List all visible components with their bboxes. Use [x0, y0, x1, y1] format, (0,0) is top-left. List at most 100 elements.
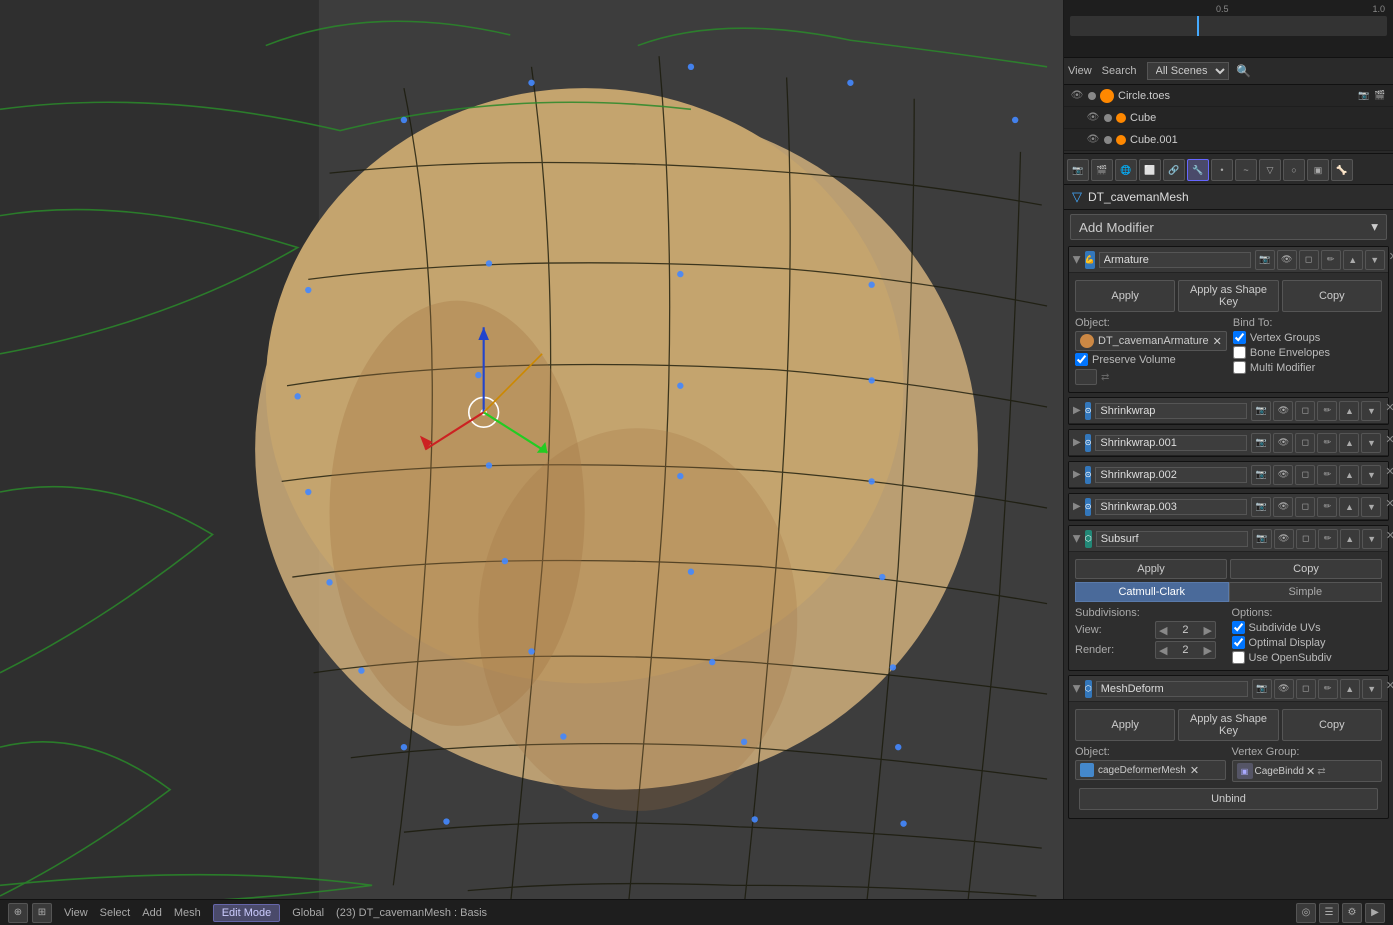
armature-eye-icon[interactable]: 👁 — [1277, 250, 1297, 270]
shrinkwrap001-collapse-arrow[interactable]: ▶ — [1073, 436, 1081, 450]
subsurf-render-left-arrow[interactable]: ◀ — [1156, 644, 1170, 657]
physics-props-icon[interactable]: ~ — [1235, 159, 1257, 181]
material-props-icon[interactable]: ○ — [1283, 159, 1305, 181]
subsurf-view-right-arrow[interactable]: ▶ — [1200, 624, 1214, 637]
shrinkwrap003-down-icon[interactable]: ▼ — [1361, 497, 1381, 517]
object-props-icon[interactable]: ⬜ — [1139, 159, 1161, 181]
outliner-item-cube[interactable]: 👁 Cube — [1064, 107, 1393, 129]
eye-icon-cube[interactable]: 👁 — [1086, 111, 1100, 125]
scene-select[interactable]: All Scenes — [1147, 62, 1229, 80]
render-icon[interactable]: 🎬 — [1373, 89, 1387, 103]
subsurf-down-icon[interactable]: ▼ — [1362, 529, 1382, 549]
subsurf-close-icon[interactable]: ✕ — [1384, 529, 1393, 549]
subsurf-view-left-arrow[interactable]: ◀ — [1156, 624, 1170, 637]
armature-vgroups-checkbox[interactable] — [1233, 331, 1246, 344]
armature-down-icon[interactable]: ▼ — [1365, 250, 1385, 270]
timeline-track[interactable] — [1070, 16, 1387, 36]
status-icon-2[interactable]: ⊞ — [32, 903, 52, 923]
subsurf-collapse-arrow[interactable]: ▶ — [1070, 535, 1084, 543]
status-right-icon-4[interactable]: ▶ — [1365, 903, 1385, 923]
meshdeform-eye-icon[interactable]: 👁 — [1274, 679, 1294, 699]
armature-apply-btn[interactable]: Apply — [1075, 280, 1175, 312]
constraint-props-icon[interactable]: 🔗 — [1163, 159, 1185, 181]
shrinkwrap003-collapse-arrow[interactable]: ▶ — [1073, 500, 1081, 514]
armature-copy-btn[interactable]: Copy — [1282, 280, 1382, 312]
shrinkwrap002-up-icon[interactable]: ▲ — [1339, 465, 1359, 485]
shrinkwrap-render-icon[interactable]: 📷 — [1251, 401, 1271, 421]
meshdeform-name-input[interactable] — [1096, 681, 1248, 697]
meshdeform-vgroup-field[interactable]: ▣ CageBindd ✕ ⇄ — [1232, 760, 1383, 782]
subsurf-render-field[interactable]: ◀ ▶ — [1155, 641, 1216, 659]
armature-editmode-icon[interactable]: ✏ — [1321, 250, 1341, 270]
shrinkwrap-close-icon[interactable]: ✕ — [1383, 401, 1393, 421]
armature-object-field[interactable]: DT_cavemanArmature ✕ — [1075, 331, 1227, 351]
shrinkwrap003-name-input[interactable] — [1095, 499, 1247, 515]
shrinkwrap001-up-icon[interactable]: ▲ — [1339, 433, 1359, 453]
texture-props-icon[interactable]: ▣ — [1307, 159, 1329, 181]
shrinkwrap002-cage-icon[interactable]: ◻ — [1295, 465, 1315, 485]
particles-props-icon[interactable]: • — [1211, 159, 1233, 181]
world-props-icon[interactable]: 🌐 — [1115, 159, 1137, 181]
shrinkwrap003-up-icon[interactable]: ▲ — [1339, 497, 1359, 517]
shrinkwrap001-cage-icon[interactable]: ◻ — [1295, 433, 1315, 453]
camera-restrict-icon[interactable]: 📷 — [1357, 89, 1371, 103]
view-btn[interactable]: View — [1068, 65, 1092, 77]
subsurf-up-icon[interactable]: ▲ — [1340, 529, 1360, 549]
shrinkwrap003-edit-icon[interactable]: ✏ — [1317, 497, 1337, 517]
meshdeform-unbind-btn[interactable]: Unbind — [1079, 788, 1378, 810]
bone-props-icon[interactable]: 🦴 — [1331, 159, 1353, 181]
meshdeform-apply-btn[interactable]: Apply — [1075, 709, 1175, 741]
subsurf-cage-icon[interactable]: ◻ — [1296, 529, 1316, 549]
shrinkwrap003-close-icon[interactable]: ✕ — [1383, 497, 1393, 517]
mesh-menu[interactable]: Mesh — [174, 907, 201, 919]
status-right-icon-1[interactable]: ◎ — [1296, 903, 1316, 923]
select-menu[interactable]: Select — [100, 907, 131, 919]
view-menu[interactable]: View — [64, 907, 88, 919]
armature-clear-btn[interactable]: ✕ — [1213, 335, 1222, 348]
shrinkwrap003-eye-icon[interactable]: 👁 — [1273, 497, 1293, 517]
armature-preserve-checkbox[interactable] — [1075, 353, 1088, 366]
viewport[interactable]: User Ortho Meters — [0, 0, 1063, 899]
meshdeform-collapse-arrow[interactable]: ▶ — [1070, 685, 1084, 693]
subsurf-name-input[interactable] — [1096, 531, 1248, 547]
meshdeform-up-icon[interactable]: ▲ — [1340, 679, 1360, 699]
shrinkwrap-edit-icon[interactable]: ✏ — [1317, 401, 1337, 421]
shrinkwrap-up-icon[interactable]: ▲ — [1339, 401, 1359, 421]
shrinkwrap001-edit-icon[interactable]: ✏ — [1317, 433, 1337, 453]
scene-props-icon[interactable]: 🎬 — [1091, 159, 1113, 181]
subsurf-copy-btn[interactable]: Copy — [1230, 559, 1382, 579]
armature-close-icon[interactable]: ✕ — [1387, 250, 1393, 270]
meshdeform-vgroup-clear[interactable]: ✕ — [1306, 765, 1315, 778]
status-right-icon-3[interactable]: ⚙ — [1342, 903, 1362, 923]
scene-search-icon[interactable]: 🔍 — [1233, 60, 1255, 82]
shrinkwrap001-eye-icon[interactable]: 👁 — [1273, 433, 1293, 453]
shrinkwrap001-close-icon[interactable]: ✕ — [1383, 433, 1393, 453]
armature-cage-icon[interactable]: ◻ — [1299, 250, 1319, 270]
shrinkwrap-collapse-arrow[interactable]: ▶ — [1073, 404, 1081, 418]
armature-bone-checkbox[interactable] — [1233, 346, 1246, 359]
meshdeform-clear-btn[interactable]: ✕ — [1190, 764, 1199, 777]
shrinkwrap001-name-input[interactable] — [1095, 435, 1247, 451]
subsurf-render-icon[interactable]: 📷 — [1252, 529, 1272, 549]
outliner-item-cube001[interactable]: 👁 Cube.001 — [1064, 129, 1393, 151]
meshdeform-render-icon[interactable]: 📷 — [1252, 679, 1272, 699]
armature-up-icon[interactable]: ▲ — [1343, 250, 1363, 270]
shrinkwrap002-down-icon[interactable]: ▼ — [1361, 465, 1381, 485]
meshdeform-apply-shape-btn[interactable]: Apply as Shape Key — [1178, 709, 1278, 741]
armature-multimod-checkbox[interactable] — [1233, 361, 1246, 374]
meshdeform-object-field[interactable]: cageDeformerMesh ✕ — [1075, 760, 1226, 780]
shrinkwrap-down-icon[interactable]: ▼ — [1361, 401, 1381, 421]
mode-button[interactable]: Edit Mode — [213, 904, 281, 922]
status-right-icon-2[interactable]: ☰ — [1319, 903, 1339, 923]
outliner-item-circle-toes[interactable]: 👁 Circle.toes 📷 🎬 — [1064, 85, 1393, 107]
eye-icon-cube001[interactable]: 👁 — [1086, 133, 1100, 147]
shrinkwrap002-render-icon[interactable]: 📷 — [1251, 465, 1271, 485]
armature-input-field[interactable] — [1075, 369, 1097, 385]
subsurf-render-input[interactable] — [1170, 642, 1200, 658]
armature-render-icon[interactable]: 📷 — [1255, 250, 1275, 270]
meshdeform-down-icon[interactable]: ▼ — [1362, 679, 1382, 699]
shrinkwrap002-eye-icon[interactable]: 👁 — [1273, 465, 1293, 485]
subsurf-view-input[interactable] — [1170, 622, 1200, 638]
subsurf-catmull-tab[interactable]: Catmull-Clark — [1075, 582, 1229, 602]
subsurf-edit-icon[interactable]: ✏ — [1318, 529, 1338, 549]
